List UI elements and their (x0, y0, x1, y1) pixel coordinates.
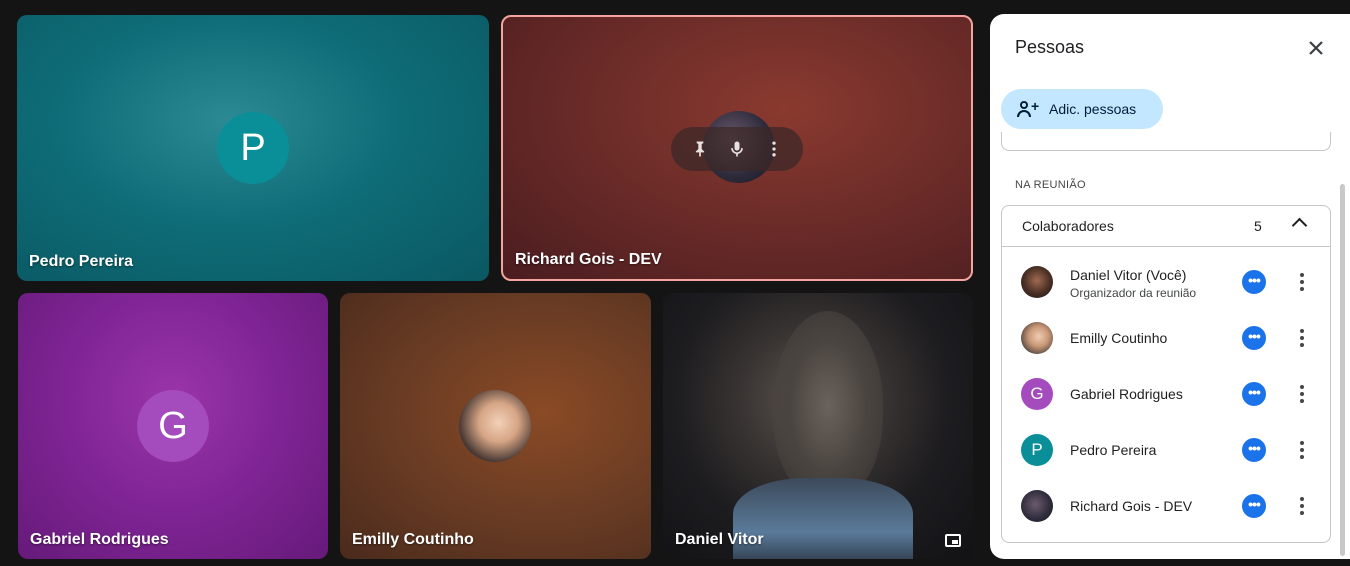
group-title: Colaboradores (1022, 218, 1114, 234)
scrollbar[interactable] (1340, 184, 1345, 556)
meeting-stage: P Pedro Pereira Richard Gois - DEV G Gab… (0, 0, 1350, 566)
mic-icon[interactable] (727, 139, 747, 159)
more-vert-icon[interactable] (764, 139, 784, 159)
participant-name: Daniel Vitor (Você) (1070, 267, 1187, 283)
more-vert-icon[interactable] (1292, 327, 1312, 349)
close-icon[interactable] (1304, 36, 1328, 60)
avatar (1021, 266, 1053, 298)
video-tile-gabriel[interactable]: G Gabriel Rodrigues (18, 293, 328, 559)
video-tile-daniel[interactable]: Daniel Vitor (663, 293, 973, 559)
panel-title: Pessoas (1015, 37, 1085, 57)
more-vert-icon[interactable] (1292, 495, 1312, 517)
chevron-up-icon (1291, 217, 1308, 234)
participant-row: Daniel Vitor (Você) Organizador da reuni… (1002, 254, 1330, 310)
video-tile-richard[interactable]: Richard Gois - DEV (501, 15, 973, 281)
camera-feed (773, 311, 883, 501)
more-options-icon[interactable]: ••• (1242, 494, 1266, 518)
search-field[interactable] (1001, 132, 1331, 151)
participant-row: Richard Gois - DEV ••• (1002, 478, 1330, 534)
participant-row: G Gabriel Rodrigues ••• (1002, 366, 1330, 422)
collaborators-toggle[interactable]: Colaboradores 5 (1002, 206, 1330, 247)
participant-row: P Pedro Pereira ••• (1002, 422, 1330, 478)
collaborators-group: Colaboradores 5 Daniel Vitor (Você) Orga… (1001, 205, 1331, 543)
video-tile-pedro[interactable]: P Pedro Pereira (17, 15, 489, 281)
more-options-icon[interactable]: ••• (1242, 270, 1266, 294)
video-tile-emilly[interactable]: Emilly Coutinho (340, 293, 651, 559)
group-count: 5 (1254, 218, 1262, 234)
avatar (1021, 490, 1053, 522)
participant-name: Gabriel Rodrigues (1070, 386, 1183, 402)
avatar: G (1021, 378, 1053, 410)
picture-in-picture-icon[interactable] (945, 534, 961, 547)
more-vert-icon[interactable] (1292, 383, 1312, 405)
more-options-icon[interactable]: ••• (1242, 438, 1266, 462)
avatar (459, 390, 531, 462)
add-people-label: Adic. pessoas (1049, 101, 1137, 117)
section-label: NA REUNIÃO (1015, 179, 1086, 191)
avatar: P (1021, 434, 1053, 466)
more-options-icon[interactable]: ••• (1242, 382, 1266, 406)
tile-hover-controls (671, 127, 803, 171)
participant-name: Emilly Coutinho (352, 531, 474, 548)
participant-name: Richard Gois - DEV (1070, 498, 1193, 514)
avatar: G (137, 390, 209, 462)
participant-name: Emilly Coutinho (1070, 330, 1168, 346)
more-vert-icon[interactable] (1292, 271, 1312, 293)
avatar: P (217, 112, 289, 184)
more-vert-icon[interactable] (1292, 439, 1312, 461)
participant-role: Organizador da reunião (1070, 286, 1197, 300)
participant-name: Gabriel Rodrigues (30, 531, 169, 548)
participant-name: Richard Gois - DEV (515, 251, 662, 268)
pin-icon[interactable] (690, 139, 710, 159)
participant-name: Pedro Pereira (1070, 442, 1157, 458)
participant-row: Emilly Coutinho ••• (1002, 310, 1330, 366)
more-options-icon[interactable]: ••• (1242, 326, 1266, 350)
participant-name: Daniel Vitor (675, 531, 764, 548)
add-person-icon: + (1017, 99, 1039, 117)
people-panel: Pessoas + Adic. pessoas NA REUNIÃO Colab… (990, 14, 1350, 559)
avatar (1021, 322, 1053, 354)
participant-name: Pedro Pereira (29, 253, 134, 270)
add-people-button[interactable]: + Adic. pessoas (1001, 89, 1163, 129)
